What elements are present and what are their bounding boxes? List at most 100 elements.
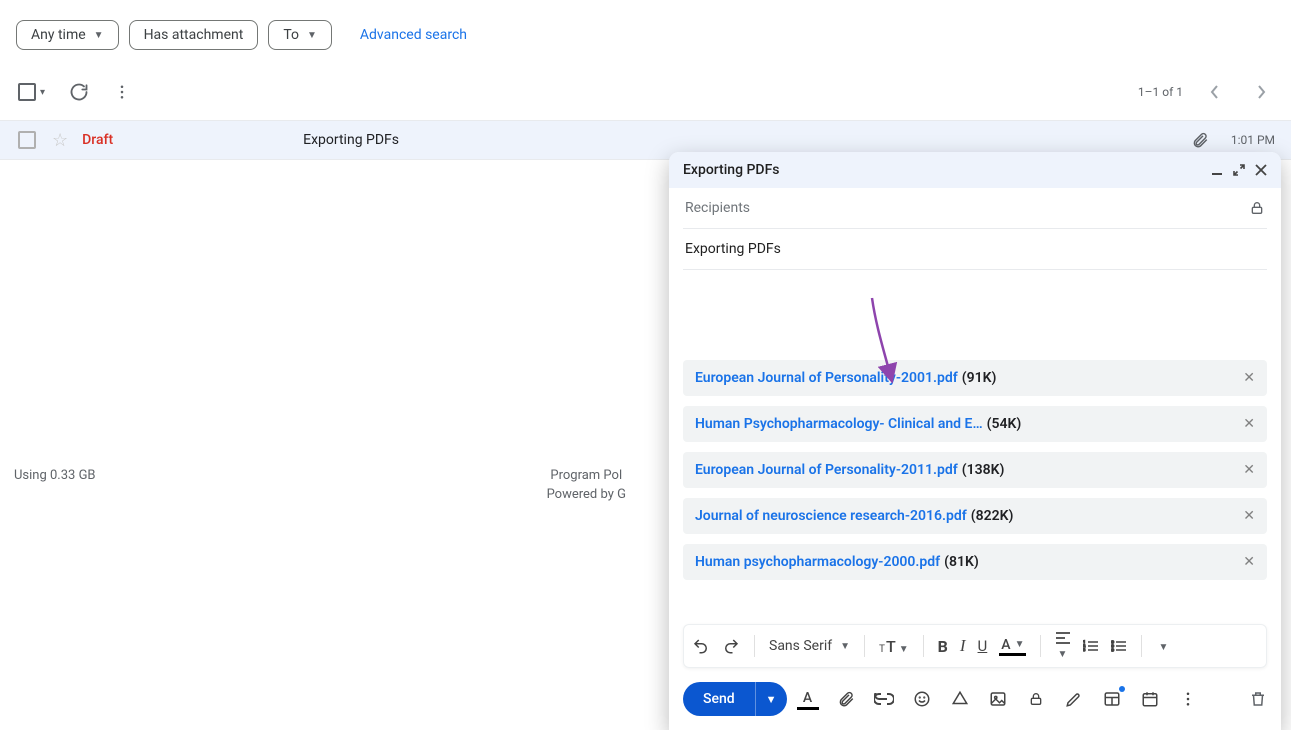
attachment-size: (91K) [962, 370, 997, 386]
send-label: Send [703, 691, 735, 707]
font-size-button[interactable]: TT▼ [879, 637, 909, 656]
message-body[interactable] [683, 270, 1267, 350]
compose-title: Exporting PDFs [683, 162, 779, 178]
numbered-list-button[interactable]: 123 [1083, 639, 1099, 653]
remove-attachment-button[interactable]: ✕ [1243, 416, 1255, 432]
attachment-icon [1191, 131, 1209, 149]
caret-down-icon: ▼ [1158, 642, 1168, 653]
caret-down-icon: ▼ [94, 30, 104, 41]
attachment-name[interactable]: European Journal of Personality-2001.pdf [695, 370, 958, 386]
filter-any-time-label: Any time [31, 27, 86, 43]
prev-page-button[interactable] [1201, 78, 1229, 106]
draft-badge: Draft [82, 132, 113, 148]
remove-attachment-button[interactable]: ✕ [1243, 462, 1255, 478]
compose-inline-tools: A [797, 688, 1199, 710]
policies-link[interactable]: Program Pol [550, 468, 622, 483]
powered-by-label: Powered by G [547, 487, 626, 502]
minimize-button[interactable] [1211, 164, 1223, 176]
subject-field[interactable]: Exporting PDFs [683, 229, 1267, 270]
attachments-list: European Journal of Personality-2001.pdf… [683, 360, 1267, 580]
compose-header[interactable]: Exporting PDFs [669, 152, 1281, 188]
align-button[interactable]: ▼ [1055, 631, 1071, 661]
attachment-size: (81K) [944, 554, 979, 570]
insert-image-button[interactable] [987, 688, 1009, 710]
attachment-name[interactable]: Journal of neuroscience research-2016.pd… [695, 508, 967, 524]
undo-button[interactable] [692, 637, 710, 655]
more-options-button[interactable] [1177, 688, 1199, 710]
attachment-name[interactable]: European Journal of Personality-2011.pdf [695, 462, 958, 478]
compose-window-controls [1211, 164, 1267, 176]
insert-link-button[interactable] [873, 688, 895, 710]
insert-signature-button[interactable] [1063, 688, 1085, 710]
more-formatting-button[interactable]: ▼ [1156, 638, 1168, 654]
compose-window: Exporting PDFs Recipients Exporting PDFs… [669, 152, 1281, 730]
toolbar-left: ▾ [18, 82, 131, 102]
insert-drive-button[interactable] [949, 688, 971, 710]
bold-button[interactable]: B [938, 637, 948, 656]
select-all-checkbox[interactable]: ▾ [18, 83, 45, 101]
caret-down-icon: ▼ [1015, 639, 1025, 650]
attachment-size: (822K) [971, 508, 1014, 524]
remove-attachment-button[interactable]: ✕ [1243, 554, 1255, 570]
toggle-formatting-button[interactable]: A [797, 688, 819, 710]
attachment-row: European Journal of Personality-2011.pdf… [683, 452, 1267, 488]
font-family-label: Sans Serif [769, 638, 832, 654]
send-button[interactable]: Send [683, 682, 755, 716]
caret-down-icon: ▾ [40, 87, 45, 98]
row-checkbox[interactable] [18, 131, 36, 149]
svg-text:3: 3 [1083, 647, 1085, 652]
storage-label: Using 0.33 GB [14, 468, 96, 502]
discard-draft-button[interactable] [1249, 689, 1267, 709]
advanced-search-link[interactable]: Advanced search [360, 27, 467, 43]
attachment-size: (54K) [987, 416, 1022, 432]
send-options-button[interactable]: ▼ [755, 682, 787, 716]
compose-body: Recipients Exporting PDFs European Journ… [669, 188, 1281, 610]
toolbar-right: 1–1 of 1 [1138, 78, 1275, 106]
checkbox-icon [18, 83, 36, 101]
mail-toolbar: ▾ 1–1 of 1 [0, 68, 1291, 120]
attachment-row: Human psychopharmacology-2000.pdf (81K) ✕ [683, 544, 1267, 580]
font-family-dropdown[interactable]: Sans Serif ▼ [769, 638, 850, 654]
close-button[interactable] [1255, 164, 1267, 176]
filter-has-attachment[interactable]: Has attachment [129, 20, 259, 50]
refresh-button[interactable] [69, 82, 89, 102]
redo-button[interactable] [722, 637, 740, 655]
attachment-row: Human Psychopharmacology- Clinical and E… [683, 406, 1267, 442]
layout-button[interactable] [1101, 688, 1123, 710]
recipients-placeholder: Recipients [685, 200, 750, 216]
attachment-name[interactable]: Human Psychopharmacology- Clinical and E… [695, 416, 983, 432]
fullscreen-button[interactable] [1233, 164, 1245, 176]
italic-button[interactable]: I [960, 636, 966, 656]
attachment-size: (138K) [962, 462, 1005, 478]
send-button-group: Send ▼ [683, 682, 787, 716]
lock-icon[interactable] [1249, 200, 1265, 216]
caret-down-icon: ▼ [840, 641, 850, 652]
underline-button[interactable]: U [978, 637, 988, 655]
attach-file-button[interactable] [835, 688, 857, 710]
caret-down-icon: ▼ [1057, 649, 1067, 660]
filter-attach-label: Has attachment [144, 27, 244, 43]
subject-value: Exporting PDFs [685, 241, 781, 257]
bulleted-list-button[interactable] [1111, 639, 1127, 653]
caret-down-icon: ▼ [307, 30, 317, 41]
more-menu-button[interactable] [113, 83, 131, 101]
insert-emoji-button[interactable] [911, 688, 933, 710]
attachment-name[interactable]: Human psychopharmacology-2000.pdf [695, 554, 940, 570]
confidential-mode-button[interactable] [1025, 688, 1047, 710]
page-count-label: 1–1 of 1 [1138, 85, 1183, 99]
filter-to[interactable]: To ▼ [268, 20, 332, 50]
recipients-field[interactable]: Recipients [683, 188, 1267, 229]
text-color-button[interactable]: A▼ [999, 637, 1026, 656]
filter-any-time[interactable]: Any time ▼ [16, 20, 119, 50]
remove-attachment-button[interactable]: ✕ [1243, 370, 1255, 386]
schedule-button[interactable] [1139, 688, 1161, 710]
attachment-row: European Journal of Personality-2001.pdf… [683, 360, 1267, 396]
filter-bar: Any time ▼ Has attachment To ▼ Advanced … [0, 0, 1291, 68]
filter-to-label: To [283, 27, 299, 43]
compose-action-bar: Send ▼ A [669, 668, 1281, 730]
remove-attachment-button[interactable]: ✕ [1243, 508, 1255, 524]
mail-time: 1:01 PM [1231, 133, 1275, 147]
mail-subject: Exporting PDFs [303, 132, 399, 148]
next-page-button[interactable] [1247, 78, 1275, 106]
star-icon[interactable]: ☆ [52, 130, 68, 151]
